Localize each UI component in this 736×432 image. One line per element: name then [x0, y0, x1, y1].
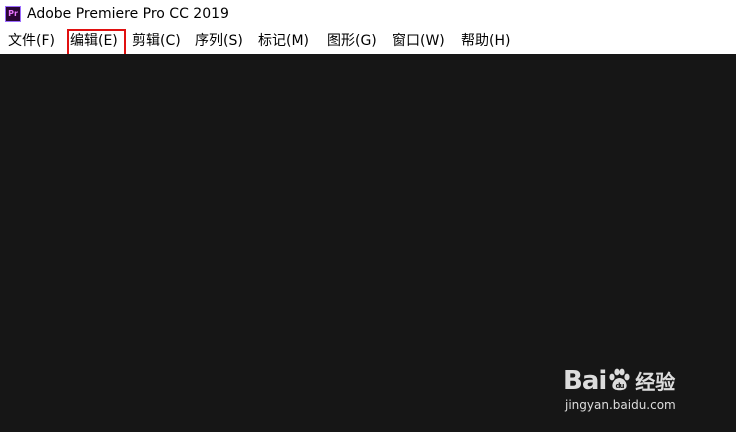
- premiere-app-icon: Pr: [5, 6, 21, 22]
- menu-help[interactable]: 帮助(H): [461, 33, 510, 50]
- menu-sequence[interactable]: 序列(S): [195, 33, 243, 50]
- workspace-area[interactable]: [0, 54, 736, 432]
- window-title: Adobe Premiere Pro CC 2019: [27, 6, 229, 22]
- premiere-window: Pr Adobe Premiere Pro CC 2019 文件(F) 编辑(E…: [0, 0, 736, 432]
- menu-edit[interactable]: 编辑(E): [70, 33, 118, 50]
- menu-graphics[interactable]: 图形(G): [327, 33, 377, 50]
- menu-clip[interactable]: 剪辑(C): [132, 33, 181, 50]
- menu-bar: 文件(F) 编辑(E) 剪辑(C) 序列(S) 标记(M) 图形(G) 窗口(W…: [0, 30, 736, 52]
- menu-file[interactable]: 文件(F): [8, 33, 55, 50]
- menu-markers[interactable]: 标记(M): [258, 33, 309, 50]
- menu-window[interactable]: 窗口(W): [392, 33, 445, 50]
- title-bar[interactable]: Pr Adobe Premiere Pro CC 2019: [0, 0, 736, 28]
